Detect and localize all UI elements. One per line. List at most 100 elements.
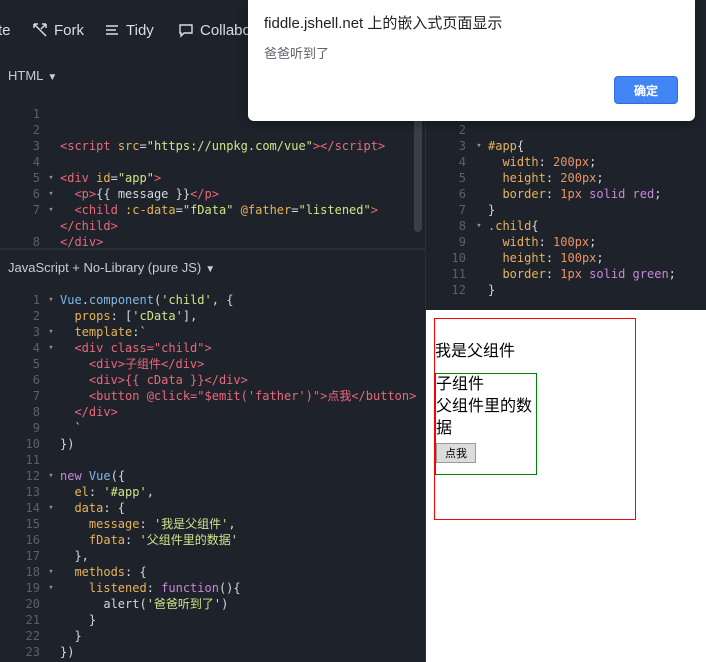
code-text: template:`: [74, 325, 147, 339]
code-text: alert('爸爸听到了'): [60, 597, 229, 611]
line-number: 15: [25, 517, 40, 531]
line-number: 2: [32, 309, 40, 323]
line-number: 7: [458, 203, 466, 217]
fold-arrow-icon[interactable]: ▾: [46, 202, 56, 218]
code-text: </child>: [60, 219, 118, 233]
fold-arrow-icon[interactable]: ▾: [46, 500, 56, 516]
line-number: 22: [25, 629, 40, 643]
code-line: 7 ▾ <child :c-data="fData" @father="liste…: [0, 202, 414, 218]
dialog-message: 爸爸听到了: [264, 46, 330, 61]
code-text: }): [60, 645, 75, 659]
code-text: fData: '父组件里的数据': [88, 533, 238, 547]
parent-message: 我是父组件: [435, 343, 516, 360]
code-text: Vue.component('child', {: [60, 293, 234, 307]
code-line: 18 ▾ methods: {: [0, 564, 425, 580]
code-text: }: [488, 203, 496, 217]
code-text: }: [488, 283, 496, 297]
js-panel-header[interactable]: JavaScript + No-Library (pure JS) ▼: [0, 250, 425, 286]
code-text: }: [60, 629, 82, 643]
code-line: 5 height: 200px;: [426, 170, 706, 186]
line-number: 3: [32, 139, 40, 153]
ok-button[interactable]: 确定: [614, 76, 678, 104]
line-number: 5: [32, 357, 40, 371]
code-line: 22 }: [0, 628, 425, 644]
toolbar-label: Collabo: [200, 21, 251, 39]
line-number: 21: [25, 613, 40, 627]
css-editor[interactable]: 2 3 ▾ #app{4 width: 200px; 5 height: 200px; 6…: [426, 122, 706, 302]
tidy-button[interactable]: Tidy: [104, 21, 154, 39]
code-line: 7}: [426, 202, 706, 218]
panel-title: HTML: [8, 68, 44, 83]
html-editor[interactable]: 1 2 3 <script src="https://unpkg.com/vue"><…: [0, 106, 414, 248]
code-text: }): [60, 437, 75, 451]
code-text: <p>{{ message }}</p>: [74, 187, 219, 201]
toolbar-label: Fork: [54, 21, 84, 39]
line-number: 8: [32, 405, 40, 419]
collaborate-button[interactable]: Collabo: [178, 21, 251, 39]
code-text: },: [60, 549, 89, 563]
line-number: 4: [458, 155, 466, 169]
fold-arrow-icon[interactable]: ▾: [46, 564, 56, 580]
result-panel: 我是父组件 子组件 父组件里的数据 点我: [426, 310, 706, 662]
code-line: 9 `: [0, 420, 425, 436]
code-line: 19 ▾ listened: function(){: [0, 580, 425, 596]
fold-arrow-icon[interactable]: ▾: [46, 580, 56, 596]
line-number: 9: [32, 421, 40, 435]
click-me-button[interactable]: 点我: [436, 443, 476, 463]
code-text: methods: {: [74, 565, 147, 579]
line-number: 12: [25, 469, 40, 483]
code-line: 3 <script src="https://unpkg.com/vue"></s…: [0, 138, 414, 154]
fold-arrow-icon[interactable]: ▾: [46, 340, 56, 356]
code-line: 5 <div>子组件</div>: [0, 356, 425, 372]
child-component: 子组件 父组件里的数据 点我: [435, 373, 537, 475]
fork-icon: [33, 23, 47, 37]
line-number: 5: [458, 171, 466, 185]
fold-arrow-icon[interactable]: ▾: [474, 218, 484, 234]
toolbar-label: Tidy: [126, 21, 154, 39]
fold-arrow-icon[interactable]: ▾: [46, 324, 56, 340]
html-scrollbar[interactable]: [414, 106, 422, 232]
code-line: 20 alert('爸爸听到了'): [0, 596, 425, 612]
code-line: 7 <button @click="$emit('father')">点我</b…: [0, 388, 425, 404]
code-line: 10}): [0, 436, 425, 452]
chevron-down-icon: ▼: [47, 72, 58, 83]
code-text: .child{: [488, 219, 539, 233]
line-number: 1: [32, 107, 40, 121]
line-number: 23: [25, 645, 40, 659]
code-line: 8 </div>: [0, 404, 425, 420]
code-line: 3 ▾ #app{: [426, 138, 706, 154]
fold-arrow-icon[interactable]: ▾: [46, 170, 56, 186]
save-button[interactable]: te: [0, 21, 11, 39]
fold-arrow-icon[interactable]: ▾: [46, 292, 56, 308]
code-line: 17 },: [0, 548, 425, 564]
child-title: 子组件: [436, 376, 485, 393]
fork-button[interactable]: Fork: [32, 21, 84, 39]
code-text: <button @click="$emit('father')">点我</but…: [88, 389, 417, 403]
js-editor[interactable]: 1 ▾ Vue.component('child', {2 props: ['cDa…: [0, 292, 425, 662]
fold-arrow-icon[interactable]: ▾: [474, 138, 484, 154]
code-line: 2: [426, 122, 706, 138]
code-line: </child>: [0, 218, 414, 234]
line-number: 5: [32, 171, 40, 185]
code-line: 23}): [0, 644, 425, 660]
code-line: 14 ▾ data: {: [0, 500, 425, 516]
line-number: 8: [32, 235, 40, 248]
code-line: 16 fData: '父组件里的数据': [0, 532, 425, 548]
code-text: #app{: [488, 139, 525, 153]
chat-icon: [179, 24, 193, 38]
code-text: height: 200px;: [502, 171, 604, 185]
line-number: 8: [458, 219, 466, 233]
line-number: 12: [451, 283, 466, 297]
fold-arrow-icon[interactable]: ▾: [46, 186, 56, 202]
line-number: 3: [458, 139, 466, 153]
fold-arrow-icon[interactable]: ▾: [46, 468, 56, 484]
code-line: 11 border: 1px solid green;: [426, 266, 706, 282]
code-text: message: '我是父组件',: [88, 517, 236, 531]
code-line: 15 message: '我是父组件',: [0, 516, 425, 532]
line-number: 2: [458, 123, 466, 137]
code-text: width: 100px;: [502, 235, 597, 249]
code-text: border: 1px solid red;: [502, 187, 662, 201]
line-number: 7: [32, 203, 40, 217]
line-number: 1: [32, 293, 40, 307]
chevron-down-icon: ▼: [205, 264, 216, 275]
